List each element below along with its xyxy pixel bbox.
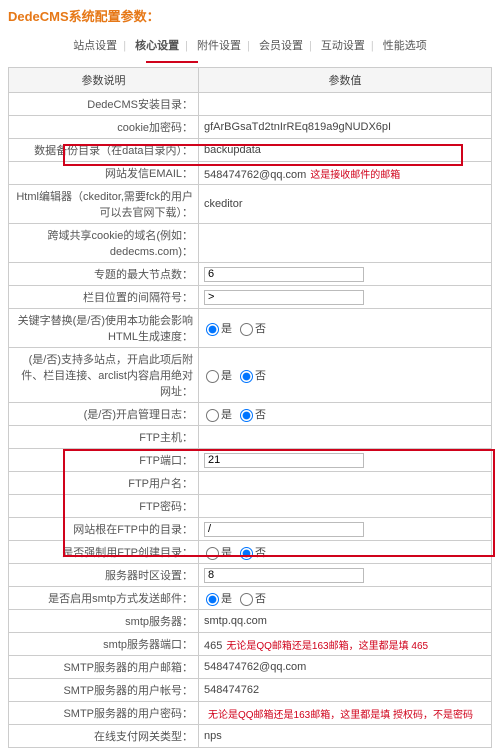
value-smtp-server: smtp.qq.com bbox=[199, 610, 492, 633]
radio-label-yes: 是 bbox=[221, 323, 232, 335]
tab-member[interactable]: 会员设置 bbox=[255, 35, 307, 55]
value-cookie-key: gfArBGsaTd2tnIrREq819a9gNUDX6pI bbox=[199, 116, 492, 139]
label-multisite: (是/否)支持多站点，开启此项后附件、栏目连接、arclist内容启用绝对网址： bbox=[9, 348, 199, 403]
note-smtp-pass: 无论是QQ邮箱还是163邮箱，这里都是填 授权码，不是密码 bbox=[208, 710, 473, 721]
label-adminlog: (是/否)开启管理日志： bbox=[9, 403, 199, 426]
radio-label-yes: 是 bbox=[221, 593, 232, 605]
label-keyword-replace: 关键字替换(是/否)使用本功能会影响HTML生成速度： bbox=[9, 309, 199, 348]
radio-label-no: 否 bbox=[255, 593, 266, 605]
header-param: 参数说明 bbox=[9, 68, 199, 93]
note-smtp-port: 无论是QQ邮箱还是163邮箱，这里都是填 465 bbox=[226, 641, 428, 652]
radio-log-yes[interactable] bbox=[206, 409, 219, 422]
label-timezone: 服务器时区设置： bbox=[9, 564, 199, 587]
note-email: 这是接收邮件的邮箱 bbox=[310, 170, 400, 181]
tab-interact[interactable]: 互动设置 bbox=[317, 35, 369, 55]
highlight-email-row bbox=[63, 144, 463, 166]
label-topic-nodes: 专题的最大节点数： bbox=[9, 263, 199, 286]
radio-label-yes: 是 bbox=[221, 370, 232, 382]
radio-log-no[interactable] bbox=[240, 409, 253, 422]
input-topic-nodes[interactable] bbox=[204, 267, 364, 282]
label-ftp-host: FTP主机： bbox=[9, 426, 199, 449]
label-smtp-server: smtp服务器： bbox=[9, 610, 199, 633]
value-payment: nps bbox=[199, 725, 492, 748]
tab-attachment[interactable]: 附件设置 bbox=[193, 35, 245, 55]
label-separator: 栏目位置的间隔符号： bbox=[9, 286, 199, 309]
radio-ms-yes[interactable] bbox=[206, 370, 219, 383]
radio-smtp-yes[interactable] bbox=[206, 593, 219, 606]
active-tab-indicator bbox=[146, 61, 198, 63]
value-cookie-domain bbox=[199, 224, 492, 263]
radio-kw-yes[interactable] bbox=[206, 323, 219, 336]
tab-bar: 站点设置| 核心设置| 附件设置| 会员设置| 互动设置| 性能选项 bbox=[0, 31, 500, 61]
page-title: DedeCMS系统配置参数： bbox=[0, 0, 500, 31]
value-editor: ckeditor bbox=[199, 185, 492, 224]
label-smtp-account: SMTP服务器的用户帐号： bbox=[9, 679, 199, 702]
label-smtp-port: smtp服务器端口： bbox=[9, 633, 199, 656]
radio-kw-no[interactable] bbox=[240, 323, 253, 336]
value-email: 548474762@qq.com bbox=[204, 169, 306, 181]
radio-label-no: 否 bbox=[255, 323, 266, 335]
label-install-dir: DedeCMS安装目录： bbox=[9, 93, 199, 116]
label-cookie-domain: 跨域共享cookie的域名(例如：dedecms.com)： bbox=[9, 224, 199, 263]
radio-label-no: 否 bbox=[255, 370, 266, 382]
tab-site[interactable]: 站点设置 bbox=[69, 35, 121, 55]
label-payment: 在线支付网关类型： bbox=[9, 725, 199, 748]
radio-label-yes: 是 bbox=[221, 409, 232, 421]
config-table: 参数说明参数值 DedeCMS安装目录： cookie加密码：gfArBGsaT… bbox=[8, 67, 492, 748]
value-ftp-host bbox=[199, 426, 492, 449]
value-smtp-email: 548474762@qq.com bbox=[199, 656, 492, 679]
label-smtp-enable: 是否启用smtp方式发送邮件： bbox=[9, 587, 199, 610]
value-install-dir bbox=[199, 93, 492, 116]
label-smtp-email: SMTP服务器的用户邮箱： bbox=[9, 656, 199, 679]
header-value: 参数值 bbox=[199, 68, 492, 93]
radio-label-no: 否 bbox=[255, 409, 266, 421]
highlight-smtp-block bbox=[63, 449, 495, 557]
input-timezone[interactable] bbox=[204, 568, 364, 583]
tab-core[interactable]: 核心设置 bbox=[131, 35, 183, 55]
label-cookie-key: cookie加密码： bbox=[9, 116, 199, 139]
radio-ms-no[interactable] bbox=[240, 370, 253, 383]
value-smtp-account: 548474762 bbox=[199, 679, 492, 702]
tab-performance[interactable]: 性能选项 bbox=[379, 35, 431, 55]
input-separator[interactable] bbox=[204, 290, 364, 305]
label-smtp-pass: SMTP服务器的用户密码： bbox=[9, 702, 199, 725]
value-smtp-port: 465 bbox=[204, 640, 222, 652]
radio-smtp-no[interactable] bbox=[240, 593, 253, 606]
label-editor: Html编辑器（ckeditor,需要fck的用户可以去官网下载）： bbox=[9, 185, 199, 224]
